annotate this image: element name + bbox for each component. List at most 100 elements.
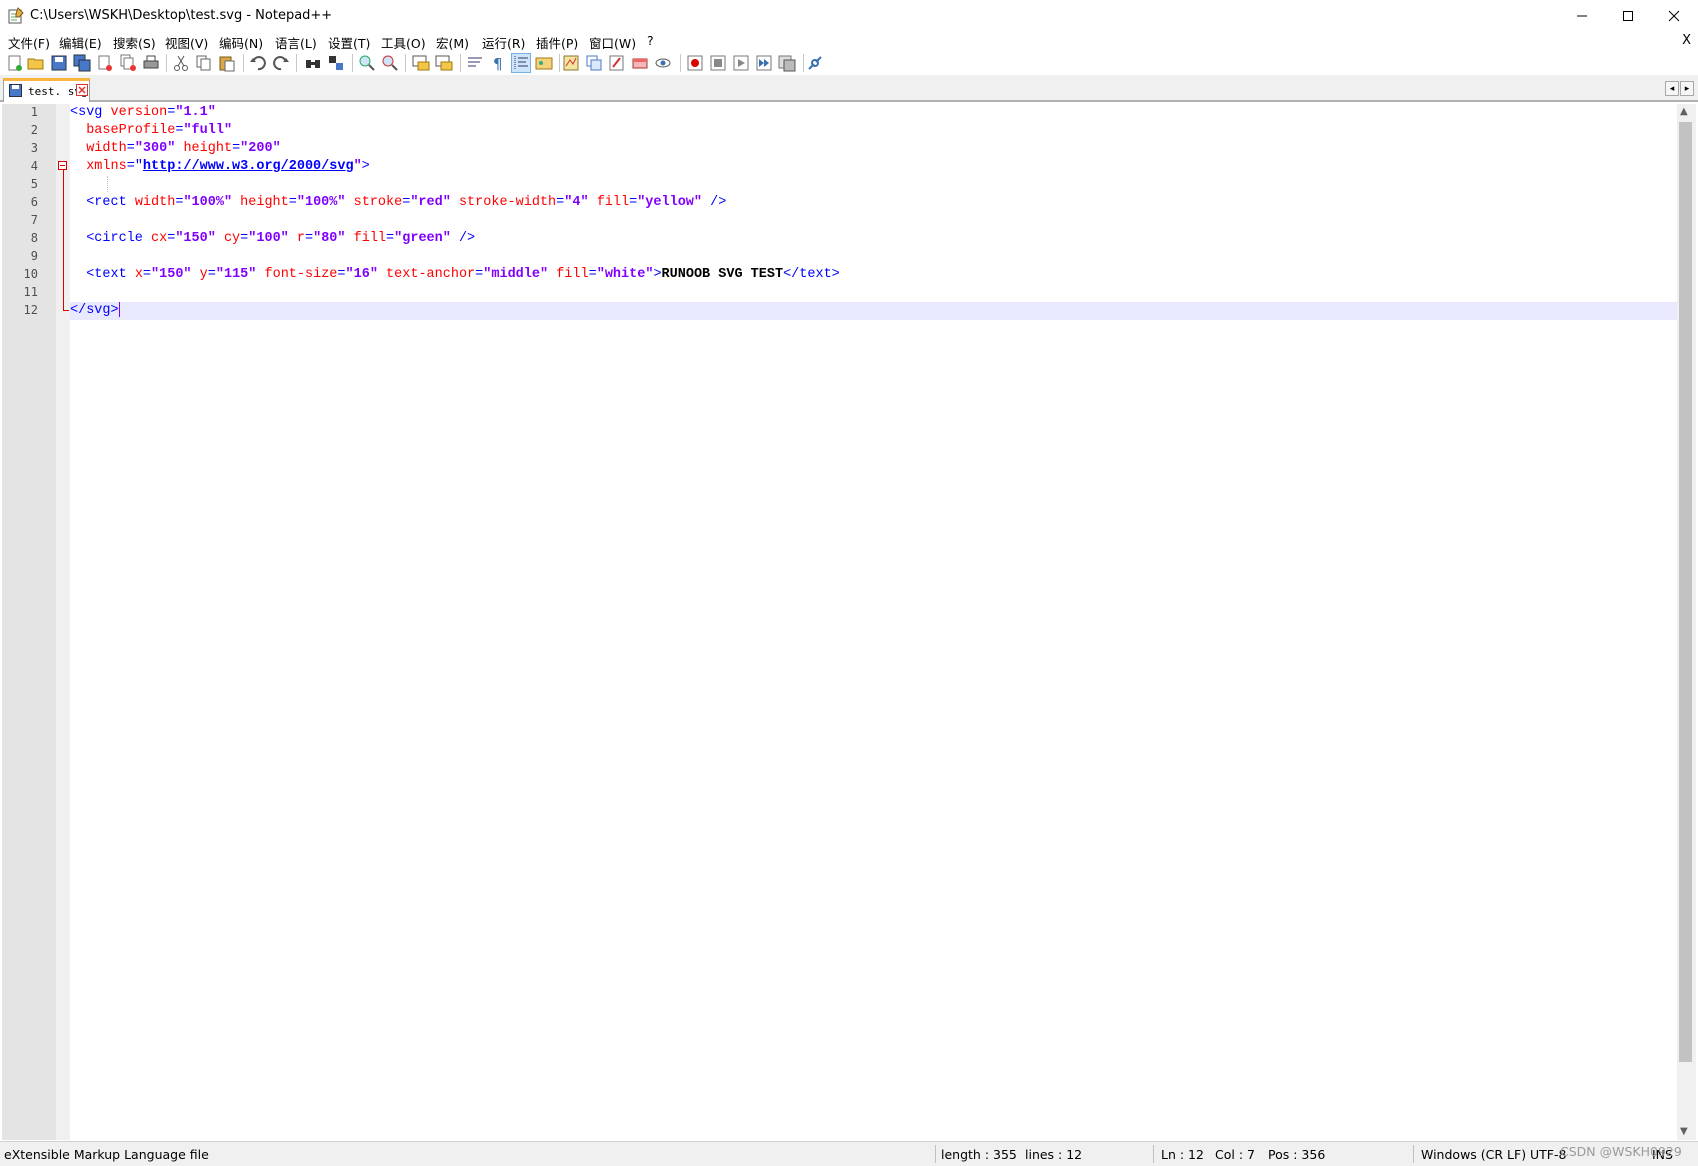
code-token: =: [142, 267, 152, 282]
maximize-button[interactable]: [1605, 0, 1651, 31]
line-number: 1: [30, 105, 38, 119]
fold-toggle-icon[interactable]: [58, 161, 67, 170]
zoom-out-icon[interactable]: [381, 54, 399, 72]
show-all-chars-icon[interactable]: ¶: [489, 54, 507, 72]
code-line[interactable]: </svg>: [70, 302, 1677, 320]
tab-scroll-left-button[interactable]: ◂: [1665, 81, 1679, 96]
function-list-icon[interactable]: [585, 54, 603, 72]
code-line[interactable]: xmlns="http://www.w3.org/2000/svg">: [70, 158, 1677, 176]
code-token: r: [296, 231, 305, 246]
code-token: "100%": [296, 195, 346, 210]
code-token: baseProfile: [86, 123, 176, 138]
minimize-button[interactable]: [1559, 0, 1605, 31]
code-line[interactable]: [70, 212, 1677, 230]
new-file-icon[interactable]: [6, 54, 24, 72]
code-token: "80": [313, 231, 346, 246]
menu-file[interactable]: 文件(F): [8, 33, 50, 52]
plugin-icon[interactable]: [806, 54, 824, 72]
tab-scroll-right-button[interactable]: ▸: [1680, 81, 1694, 96]
code-line[interactable]: [70, 176, 1677, 194]
code-line[interactable]: baseProfile="full": [70, 122, 1677, 140]
code-token: "300": [134, 141, 176, 156]
cut-icon[interactable]: [172, 54, 190, 72]
menu-macro[interactable]: 宏(M): [436, 33, 469, 52]
vertical-scrollbar[interactable]: ▲ ▼: [1677, 104, 1696, 1140]
play-macro-icon[interactable]: [732, 54, 750, 72]
indent-guide-icon[interactable]: [511, 53, 531, 73]
toolbar-separator: [243, 54, 244, 72]
menu-edit[interactable]: 编辑(E): [59, 33, 102, 52]
user-lang-icon[interactable]: [535, 54, 553, 72]
save-icon[interactable]: [50, 54, 68, 72]
redo-icon[interactable]: [272, 54, 290, 72]
code-token: =: [288, 195, 297, 210]
code-token: "red": [410, 195, 451, 210]
stop-macro-icon[interactable]: [709, 54, 727, 72]
code-line[interactable]: [70, 284, 1677, 302]
close-document-button[interactable]: X: [1682, 33, 1691, 48]
menu-window[interactable]: 窗口(W): [589, 33, 636, 52]
close-all-icon[interactable]: [119, 54, 137, 72]
scroll-down-icon[interactable]: ▼: [1680, 1126, 1688, 1137]
print-icon[interactable]: [142, 54, 160, 72]
menu-language[interactable]: 语言(L): [275, 33, 317, 52]
fold-guide-end: [63, 310, 69, 311]
menu-settings[interactable]: 设置(T): [328, 33, 370, 52]
minimize-icon: [1577, 15, 1587, 16]
code-token: stroke: [353, 195, 403, 210]
code-token: "4": [564, 195, 589, 210]
code-line[interactable]: [70, 248, 1677, 266]
line-number: 9: [30, 249, 38, 263]
code-line[interactable]: <rect width="100%" height="100%" stroke=…: [70, 194, 1677, 212]
code-token: fill: [596, 195, 630, 210]
menu-plugins[interactable]: 插件(P): [536, 33, 578, 52]
zoom-in-icon[interactable]: [358, 54, 376, 72]
menu-run[interactable]: 运行(R): [482, 33, 525, 52]
close-window-button[interactable]: [1651, 0, 1697, 31]
monitoring-icon[interactable]: [654, 54, 672, 72]
close-icon[interactable]: [96, 54, 114, 72]
folder-workspace-icon[interactable]: [608, 54, 626, 72]
code-token: <svg: [70, 105, 111, 120]
toolbar-separator: [803, 54, 804, 72]
save-all-icon[interactable]: [73, 54, 91, 72]
sync-vertical-icon[interactable]: [412, 54, 430, 72]
close-tab-icon[interactable]: [76, 84, 88, 96]
doc-map-icon[interactable]: [562, 54, 580, 72]
scrollbar-thumb[interactable]: [1679, 122, 1692, 1062]
doc-switcher-icon[interactable]: [631, 54, 649, 72]
menu-search[interactable]: 搜索(S): [113, 33, 156, 52]
tab-test-svg[interactable]: test. svg: [3, 78, 90, 102]
menu-tools[interactable]: 工具(O): [381, 33, 426, 52]
undo-icon[interactable]: [249, 54, 267, 72]
open-file-icon[interactable]: [27, 54, 45, 72]
word-wrap-icon[interactable]: [466, 54, 484, 72]
run-macro-multiple-icon[interactable]: [755, 54, 773, 72]
code-token: "100": [248, 231, 289, 246]
status-eol[interactable]: Windows (CR LF): [1421, 1147, 1526, 1162]
code-line[interactable]: <svg version="1.1": [70, 104, 1677, 122]
code-token: <circle: [70, 231, 152, 246]
save-macro-icon[interactable]: [778, 54, 796, 72]
menu-help[interactable]: ?: [647, 33, 654, 48]
find-icon[interactable]: [304, 54, 322, 72]
status-lines: lines : 12: [1025, 1147, 1083, 1162]
copy-icon[interactable]: [195, 54, 213, 72]
toolbar-separator: [460, 54, 461, 72]
menu-view[interactable]: 视图(V): [165, 33, 208, 52]
code-token: />: [702, 195, 727, 210]
line-number: 11: [23, 285, 38, 299]
code-line[interactable]: width="300" height="200": [70, 140, 1677, 158]
replace-icon[interactable]: [327, 54, 345, 72]
paste-icon[interactable]: [218, 54, 236, 72]
menu-encoding[interactable]: 编码(N): [219, 33, 263, 52]
code-line[interactable]: <circle cx="150" cy="100" r="80" fill="g…: [70, 230, 1677, 248]
record-macro-icon[interactable]: [686, 54, 704, 72]
code-line[interactable]: <text x="150" y="115" font-size="16" tex…: [70, 266, 1677, 284]
code-token: "100%": [183, 195, 233, 210]
scroll-up-icon[interactable]: ▲: [1680, 106, 1688, 117]
sync-horizontal-icon[interactable]: [435, 54, 453, 72]
